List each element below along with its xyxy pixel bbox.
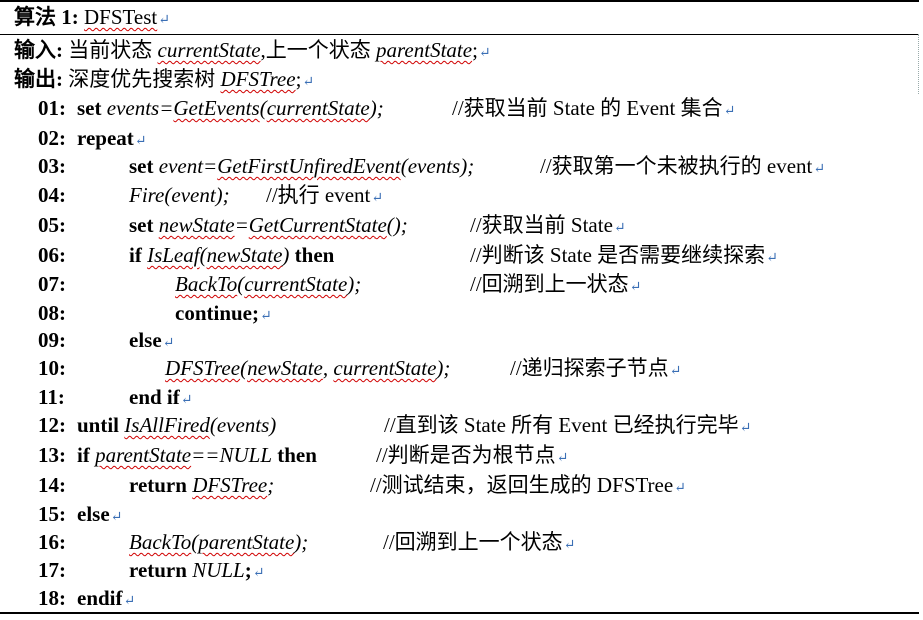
bottom-rule bbox=[0, 612, 919, 614]
algorithm-title: 算法 1: DFSTest↵ bbox=[14, 5, 170, 29]
top-rule bbox=[0, 0, 919, 2]
algorithm-input: 输入: 当前状态 currentState,上一个状态 parentState;… bbox=[14, 38, 491, 62]
margin-marker bbox=[918, 34, 919, 94]
algorithm-output: 输出: 深度优先搜索树 DFSTree;↵ bbox=[14, 67, 315, 91]
